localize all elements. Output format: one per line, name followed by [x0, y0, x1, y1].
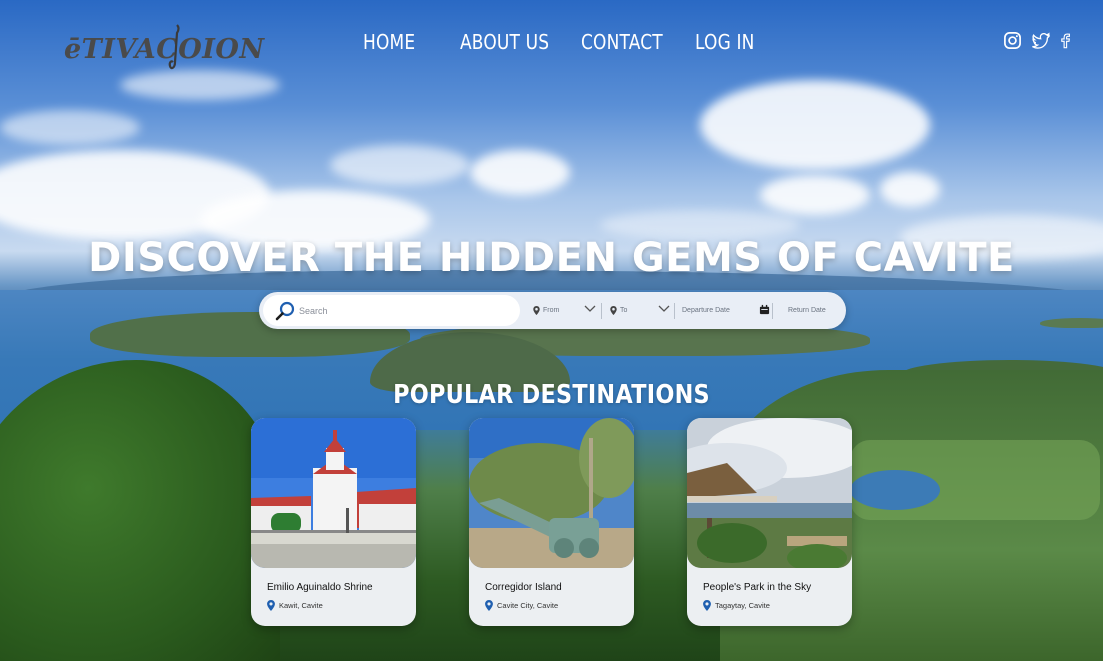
destination-name: People's Park in the Sky	[703, 582, 812, 593]
location-pin-icon	[267, 600, 275, 611]
destination-location-text: Cavite City, Cavite	[497, 601, 559, 610]
twitter-icon[interactable]	[1030, 31, 1050, 50]
destination-photo	[469, 418, 634, 568]
destination-card[interactable]: People's Park in the Sky Tagaytay, Cavit…	[687, 418, 852, 626]
departure-date-label: Departure Date	[682, 307, 730, 314]
nav-about-us[interactable]: ABOUT US	[460, 30, 549, 54]
location-pin-icon	[610, 306, 617, 315]
destination-location-text: Tagaytay, Cavite	[715, 601, 770, 610]
search-input[interactable]	[299, 302, 509, 320]
destination-location: Kawit, Cavite	[267, 600, 323, 611]
search-pill	[263, 295, 520, 326]
departure-date-field[interactable]: Departure Date	[682, 302, 730, 319]
trip-search-bar: From To Departure Date Return Date	[259, 292, 846, 329]
brand-logo[interactable]: ēTIVACOION	[64, 34, 265, 65]
destination-name: Corregidor Island	[485, 582, 562, 593]
social-links	[1003, 31, 1076, 50]
destination-card[interactable]: Emilio Aguinaldo Shrine Kawit, Cavite	[251, 418, 416, 626]
location-pin-icon	[533, 306, 540, 315]
nav-log-in[interactable]: LOG IN	[695, 30, 755, 54]
destination-photo	[251, 418, 416, 568]
to-select[interactable]: To	[610, 302, 627, 319]
destination-location: Cavite City, Cavite	[485, 600, 558, 611]
hero-headline: DISCOVER THE HIDDEN GEMS OF CAVITE	[88, 235, 1015, 281]
chevron-down-icon[interactable]	[658, 305, 670, 313]
facebook-icon[interactable]	[1057, 31, 1076, 50]
return-date-field[interactable]: Return Date	[788, 302, 826, 319]
instagram-icon[interactable]	[1003, 31, 1022, 50]
from-select[interactable]: From	[533, 302, 559, 319]
location-pin-icon	[485, 600, 493, 611]
popular-destinations-title: POPULAR DESTINATIONS	[393, 380, 710, 410]
destination-card[interactable]: Corregidor Island Cavite City, Cavite	[469, 418, 634, 626]
chevron-down-icon[interactable]	[584, 305, 596, 313]
destination-name: Emilio Aguinaldo Shrine	[267, 582, 373, 593]
search-icon[interactable]	[275, 301, 295, 321]
saxophone-icon	[168, 24, 180, 70]
nav-contact[interactable]: CONTACT	[581, 30, 663, 54]
from-label: From	[543, 307, 560, 314]
location-pin-icon	[703, 600, 711, 611]
calendar-icon[interactable]	[759, 304, 770, 315]
destination-photo	[687, 418, 852, 568]
return-date-label: Return Date	[788, 307, 826, 314]
destination-location-text: Kawit, Cavite	[279, 601, 323, 610]
nav-home[interactable]: HOME	[363, 30, 415, 54]
to-label: To	[620, 307, 628, 314]
destination-location: Tagaytay, Cavite	[703, 600, 770, 611]
